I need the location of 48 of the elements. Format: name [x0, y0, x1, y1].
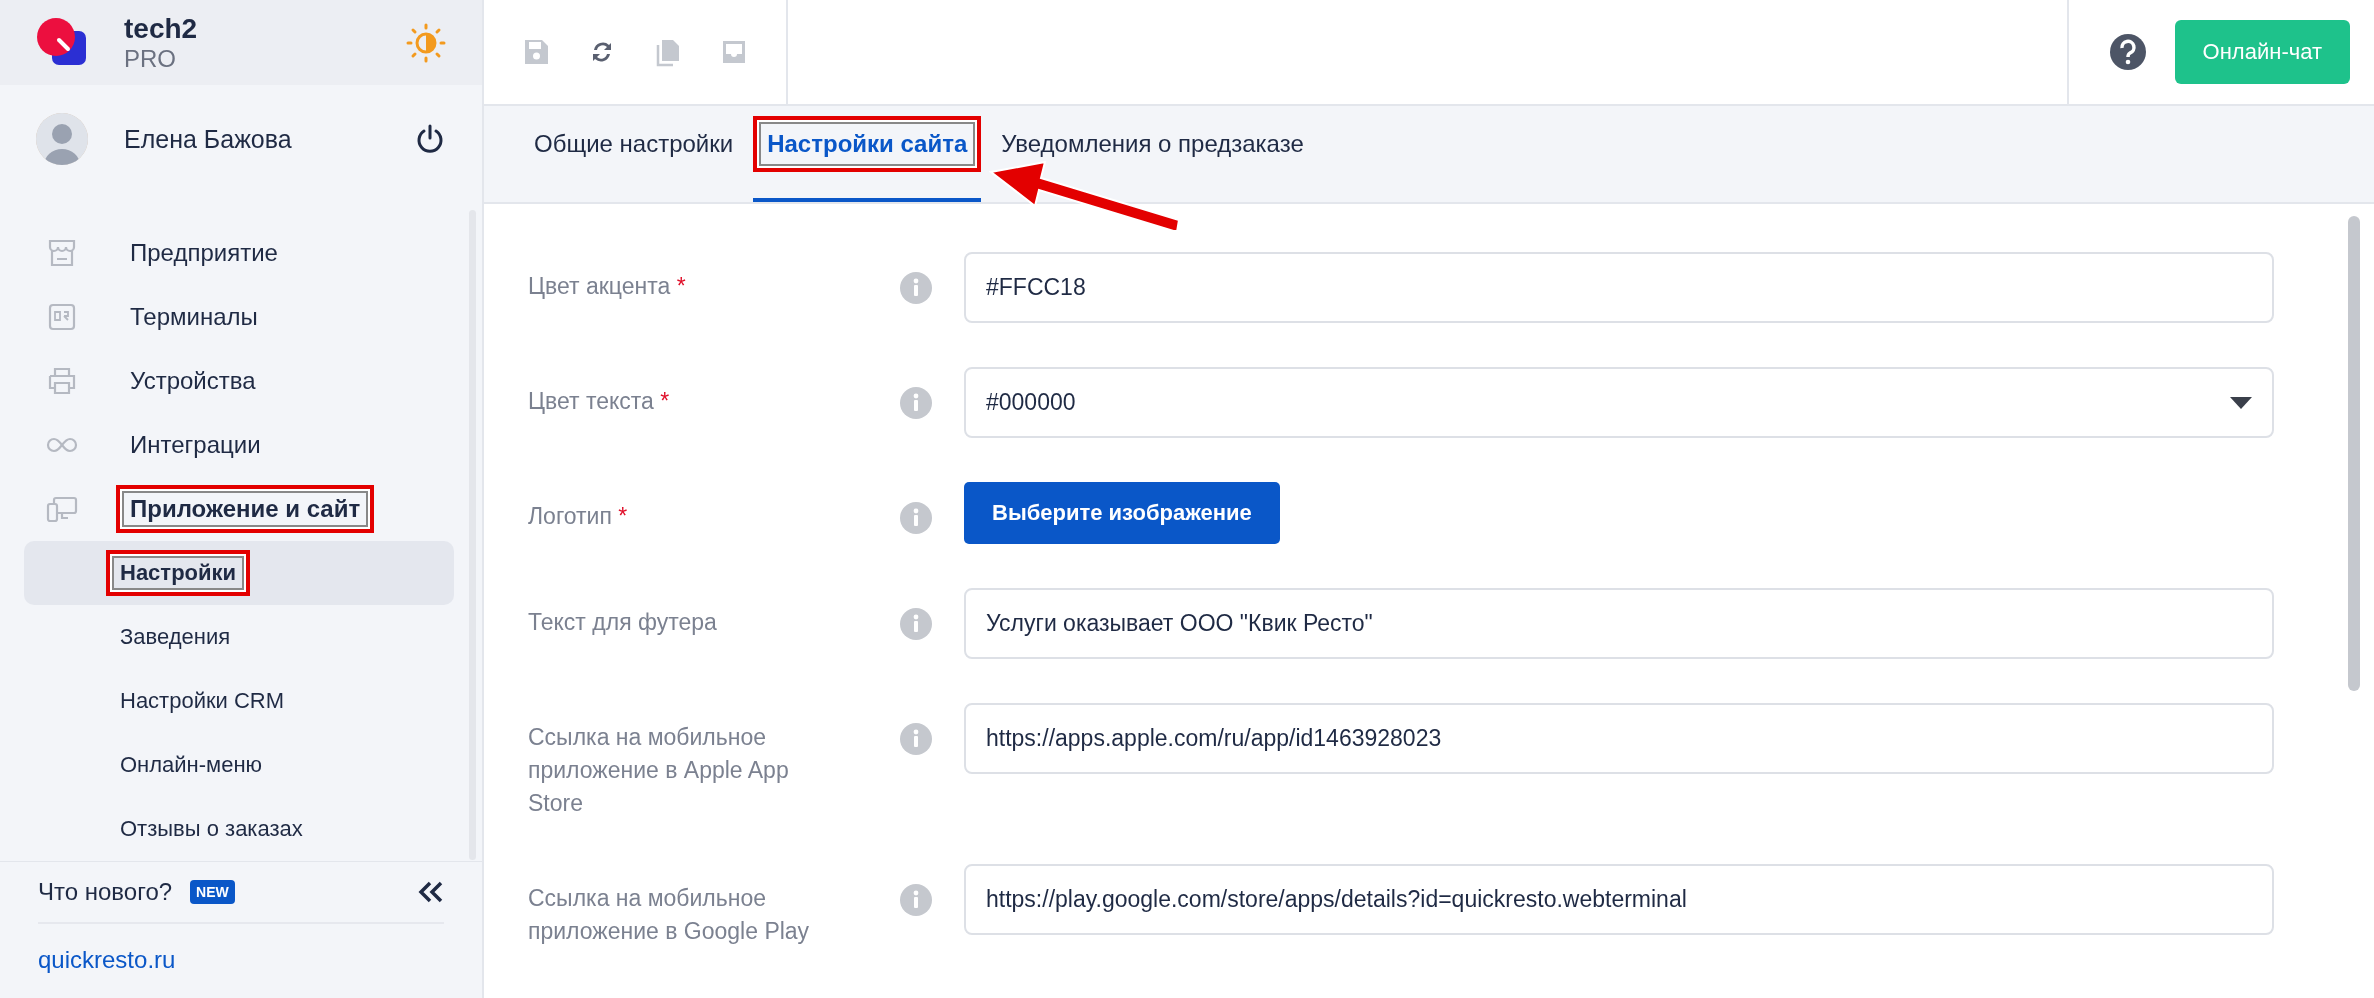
- plan-label: PRO: [124, 44, 177, 73]
- field-label: Ссылка на мобильное приложение в Apple App Store: [528, 724, 789, 816]
- store-icon: [46, 237, 78, 269]
- tab[interactable]: Уведомления о предзаказе: [987, 116, 1318, 202]
- field-label: Ссылка на мобильное приложение в Google Play: [528, 885, 810, 944]
- choose-image-button[interactable]: Выберите изображение: [964, 482, 1280, 544]
- nav-item[interactable]: Терминалы: [116, 293, 272, 341]
- scrollbar[interactable]: [2348, 216, 2360, 691]
- input-field[interactable]: Услуги оказывает ООО "Квик Ресто": [964, 588, 2274, 659]
- whats-new-link[interactable]: Что нового?: [38, 878, 173, 906]
- qr-icon: [46, 301, 78, 333]
- info-icon[interactable]: [900, 502, 932, 534]
- info-icon[interactable]: [900, 608, 932, 640]
- required-mark: *: [676, 273, 686, 299]
- user-name: Елена Бажова: [124, 124, 293, 154]
- nav-item[interactable]: Устройства: [116, 357, 270, 405]
- help-icon[interactable]: [2108, 33, 2147, 71]
- printer-icon: [46, 365, 78, 397]
- required-mark: *: [618, 503, 628, 529]
- field-label: Текст для футера: [528, 609, 717, 635]
- nav-subitem[interactable]: Отзывы о заказах: [106, 806, 317, 852]
- field-label: Цвет текста: [528, 388, 654, 414]
- site-link[interactable]: quickresto.ru: [38, 924, 444, 998]
- new-badge: NEW: [190, 880, 235, 904]
- dropdown-caret-icon: [2230, 396, 2252, 409]
- nav-subitem[interactable]: Онлайн-меню: [106, 742, 277, 788]
- input-field[interactable]: https://apps.apple.com/ru/app/id1463928023: [964, 703, 2274, 774]
- field-label: Цвет акцента: [528, 273, 671, 299]
- info-icon[interactable]: [900, 387, 932, 419]
- nav-subitem[interactable]: Заведения: [106, 614, 245, 660]
- required-mark: *: [660, 388, 670, 414]
- nav-item[interactable]: Приложение и сайт: [116, 485, 375, 533]
- nav-item[interactable]: Предприятие: [116, 229, 292, 277]
- input-field[interactable]: #FFCC18: [964, 252, 2274, 323]
- company-name: tech2: [124, 12, 199, 45]
- nav-subitem[interactable]: Настройки: [106, 550, 251, 596]
- field-label: Логотип: [528, 503, 612, 529]
- theme-toggle-icon[interactable]: [406, 22, 446, 63]
- nav-item[interactable]: Интеграции: [116, 421, 275, 469]
- nav-subitem[interactable]: Настройки CRM: [106, 678, 299, 724]
- info-icon[interactable]: [900, 272, 932, 304]
- info-icon[interactable]: [900, 884, 932, 916]
- tab[interactable]: Общие настройки: [520, 116, 748, 202]
- collapse-icon[interactable]: [418, 880, 444, 904]
- info-icon[interactable]: [900, 723, 932, 755]
- input-field[interactable]: https://play.google.com/store/apps/details?id=quickresto.webterminal: [964, 864, 2274, 935]
- color-select[interactable]: #000000: [964, 367, 2274, 438]
- avatar: [36, 113, 88, 165]
